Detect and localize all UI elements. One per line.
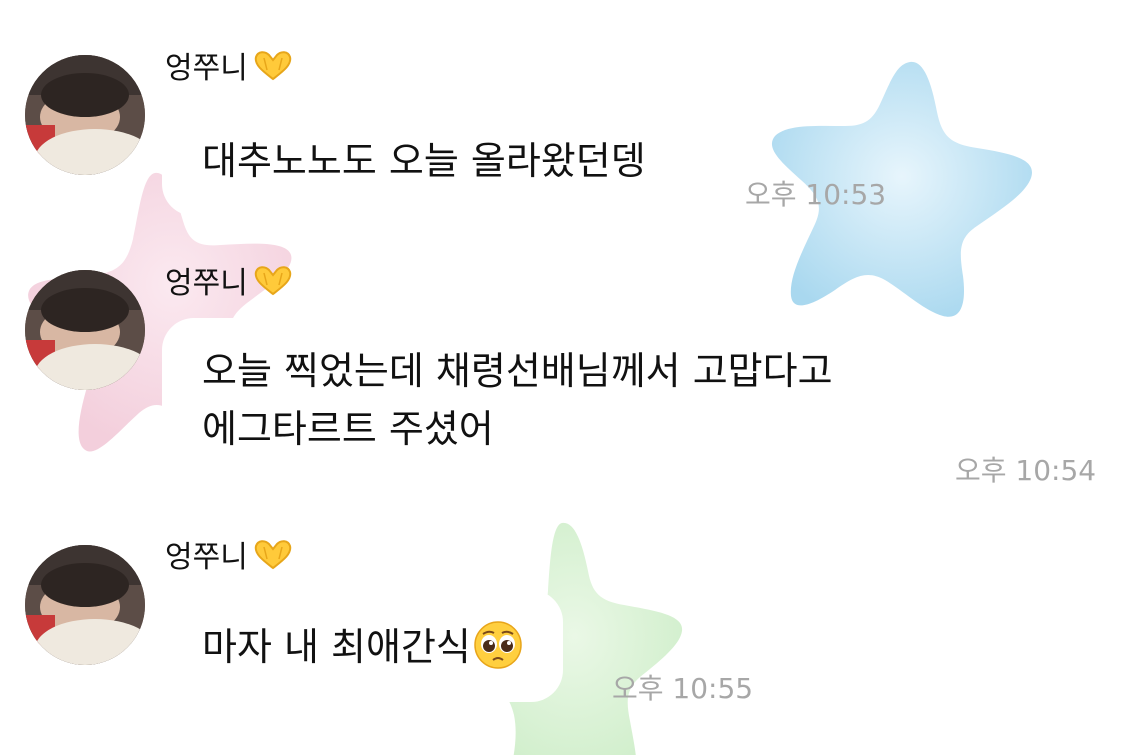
sender-name-row: 엉쭈니: [165, 263, 294, 306]
avatar[interactable]: [25, 270, 145, 390]
pleading-face-icon: [473, 620, 523, 682]
avatar[interactable]: [25, 55, 145, 175]
message-text: 에그타르트 주셨어: [202, 407, 494, 451]
message-bubble[interactable]: 대추노노도 오늘 올라왔던뎅: [162, 108, 686, 216]
sender-name-row: 엉쭈니: [165, 48, 294, 91]
message-timestamp: 오후 10:54: [955, 454, 1097, 487]
message-timestamp: 오후 10:55: [612, 672, 754, 705]
message-text: 오늘 찍었는데 채령선배님께서 고맙다고: [202, 349, 833, 393]
heart-hands-icon: [252, 537, 294, 580]
sender-name: 엉쭈니: [165, 51, 248, 86]
message-timestamp: 오후 10:53: [745, 178, 887, 211]
avatar[interactable]: [25, 545, 145, 665]
message-bubble[interactable]: 오늘 찍었는데 채령선배님께서 고맙다고 에그타르트 주셨어: [162, 318, 873, 478]
heart-hands-icon: [252, 263, 294, 306]
sender-name: 엉쭈니: [165, 266, 248, 301]
heart-hands-icon: [252, 48, 294, 91]
sender-name-row: 엉쭈니: [165, 537, 294, 580]
message-text: 마자 내 최애간식: [202, 625, 471, 669]
sender-name: 엉쭈니: [165, 540, 248, 575]
message-bubble[interactable]: 마자 내 최애간식: [162, 590, 563, 702]
message-text: 대추노노도 오늘 올라왔던뎅: [202, 139, 646, 183]
